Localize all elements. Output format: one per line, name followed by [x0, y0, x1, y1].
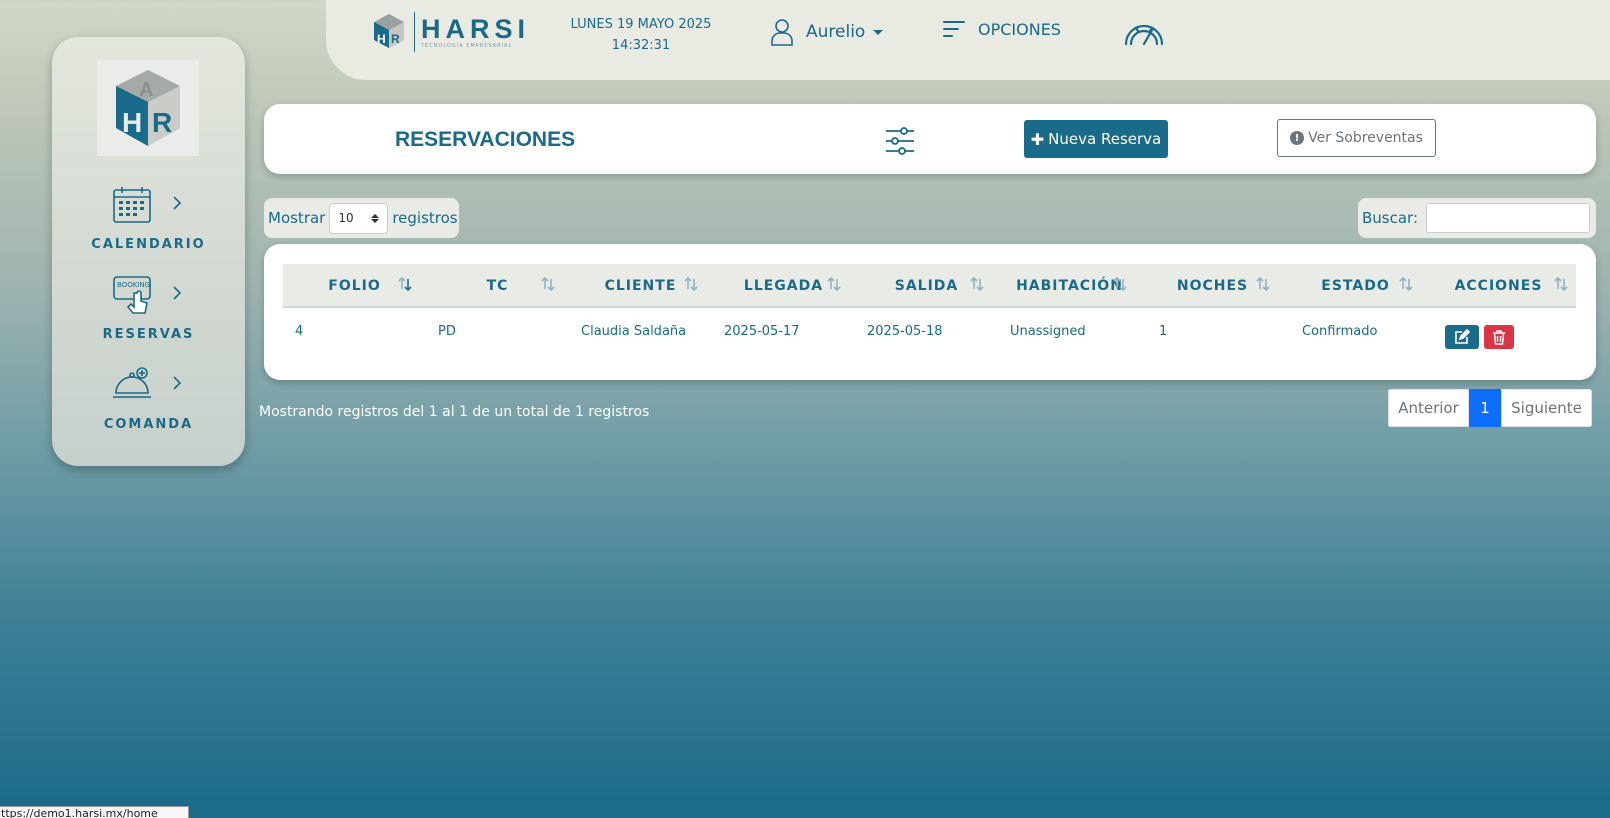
sort-icon	[1113, 276, 1127, 292]
service-bell-icon	[113, 367, 151, 398]
search-input[interactable]	[1426, 203, 1591, 233]
current-date: LUNES 19 MAYO 2025	[570, 17, 712, 32]
cell-noches: 1	[1159, 324, 1168, 339]
column-label: LLEGADA	[743, 278, 824, 294]
options-label: OPCIONES	[978, 19, 1061, 39]
page-header-card: RESERVACIONES ✚ Nueva Reserva ! Ver Sobr…	[264, 104, 1596, 174]
column-label: FOLIO	[328, 278, 381, 294]
column-label: ESTADO	[1321, 278, 1390, 294]
new-reservation-button[interactable]: ✚ Nueva Reserva	[1024, 120, 1168, 158]
column-header-estado[interactable]: ESTADO	[1284, 264, 1427, 308]
cell-estado: Confirmado	[1302, 324, 1378, 339]
browser-status-url: ttps://demo1.harsi.mx/home	[0, 806, 189, 818]
sort-icon	[970, 276, 984, 292]
calendar-icon	[113, 187, 151, 223]
current-time: 14:32:31	[611, 38, 671, 53]
column-label: TC	[486, 278, 509, 294]
column-label: SALIDA	[894, 278, 959, 294]
brand-divider	[414, 12, 415, 52]
top-header: H R HARSI TECNOLOGÍA EMPRESARIAL LUNES 1…	[326, 0, 1610, 80]
reservations-table: FOLIO TC CLIENTE LLEGADA SALIDA HABITACI…	[264, 244, 1596, 380]
plus-icon: ✚	[1030, 129, 1045, 149]
cell-habitacion: Unassigned	[1010, 324, 1086, 339]
edit-icon	[1455, 329, 1470, 344]
speedometer-icon[interactable]	[1122, 18, 1166, 48]
sort-icon	[541, 276, 555, 292]
chevron-right-icon	[173, 286, 182, 300]
search-label: Buscar:	[1362, 209, 1419, 227]
svg-text:R: R	[152, 107, 172, 138]
column-label: HABITACIÓN	[1016, 278, 1123, 294]
chevron-right-icon	[173, 376, 182, 390]
pagination-next[interactable]: Siguiente	[1501, 389, 1592, 427]
chevron-right-icon	[173, 196, 182, 210]
column-header-tc[interactable]: TC	[426, 264, 569, 308]
column-header-acciones[interactable]: ACCIONES	[1427, 264, 1570, 308]
column-header-folio[interactable]: FOLIO	[283, 264, 426, 308]
sidebar-logo[interactable]: H R A	[97, 60, 199, 156]
user-icon	[771, 19, 793, 46]
sort-icon	[1256, 276, 1270, 292]
sidebar-item-label: RESERVAS	[102, 327, 195, 342]
search-control: Buscar:	[1358, 198, 1596, 238]
cell-folio: 4	[295, 324, 304, 339]
records-label: registros	[392, 209, 458, 227]
pagination-page-1[interactable]: 1	[1469, 389, 1501, 427]
brand-name: HARSI	[421, 14, 531, 44]
column-header-noches[interactable]: NOCHES	[1141, 264, 1284, 308]
page-length-control: Mostrar 10 registros	[264, 198, 459, 238]
user-menu[interactable]: Aurelio	[770, 18, 884, 46]
user-name: Aurelio	[806, 22, 866, 42]
column-label: ACCIONES	[1454, 278, 1543, 294]
cell-salida: 2025-05-18	[867, 324, 943, 339]
show-label: Mostrar	[268, 209, 326, 227]
chevron-down-icon	[873, 29, 884, 35]
delete-button[interactable]	[1484, 325, 1514, 349]
pagination-previous[interactable]: Anterior	[1388, 389, 1469, 427]
filter-sliders-icon[interactable]	[884, 126, 916, 156]
column-label: NOCHES	[1176, 278, 1249, 294]
svg-text:R: R	[391, 32, 400, 46]
cell-tc: PD	[438, 324, 456, 339]
sort-icon	[1399, 276, 1413, 292]
svg-text:H: H	[122, 107, 142, 138]
harsi-logo-icon: H R	[374, 14, 404, 48]
svg-text:H: H	[377, 32, 386, 46]
sort-icon	[684, 276, 698, 292]
options-menu[interactable]: OPCIONES	[942, 18, 1061, 40]
sort-icon	[827, 276, 841, 292]
harsi-cube-logo-icon: H R A	[116, 70, 180, 146]
brand-logo[interactable]: H R HARSI TECNOLOGÍA EMPRESARIAL	[370, 12, 530, 52]
sort-icon	[1554, 276, 1568, 292]
page-size-select[interactable]: 10	[329, 202, 389, 234]
column-header-salida[interactable]: SALIDA	[855, 264, 998, 308]
select-arrows-icon	[371, 213, 380, 223]
trash-icon	[1493, 329, 1505, 345]
booking-hand-icon: BOOKING	[113, 276, 151, 314]
exclamation-circle-icon: !	[1290, 131, 1305, 145]
column-header-habitacion[interactable]: HABITACIÓN	[998, 264, 1141, 308]
cell-llegada: 2025-05-17	[724, 324, 800, 339]
cell-cliente: Claudia Saldaña	[581, 324, 687, 339]
table-info: Mostrando registros del 1 al 1 de un tot…	[259, 404, 650, 420]
page-size-value: 10	[338, 211, 354, 225]
sidebar-item-label: CALENDARIO	[91, 237, 206, 252]
menu-lines-icon	[943, 21, 965, 37]
column-header-llegada[interactable]: LLEGADA	[712, 264, 855, 308]
column-header-cliente[interactable]: CLIENTE	[569, 264, 712, 308]
view-overbooking-button[interactable]: ! Ver Sobreventas	[1277, 119, 1436, 157]
sort-desc-icon	[398, 276, 412, 292]
table-header: FOLIO TC CLIENTE LLEGADA SALIDA HABITACI…	[283, 264, 1576, 308]
sidebar-item-label: COMANDA	[103, 417, 194, 432]
svg-text:A: A	[139, 79, 153, 101]
view-overbooking-label: Ver Sobreventas	[1308, 130, 1423, 146]
new-reservation-label: Nueva Reserva	[1048, 130, 1162, 148]
sidebar: H R A CALENDARIO BOOKING RESERVAS COMAND…	[52, 37, 245, 466]
page-title: RESERVACIONES	[395, 128, 576, 151]
column-label: CLIENTE	[604, 278, 677, 294]
datetime: LUNES 19 MAYO 2025 14:32:31	[566, 14, 716, 56]
pagination: Anterior 1 Siguiente	[1388, 389, 1592, 427]
edit-button[interactable]	[1445, 325, 1479, 349]
svg-text:BOOKING: BOOKING	[117, 281, 150, 289]
